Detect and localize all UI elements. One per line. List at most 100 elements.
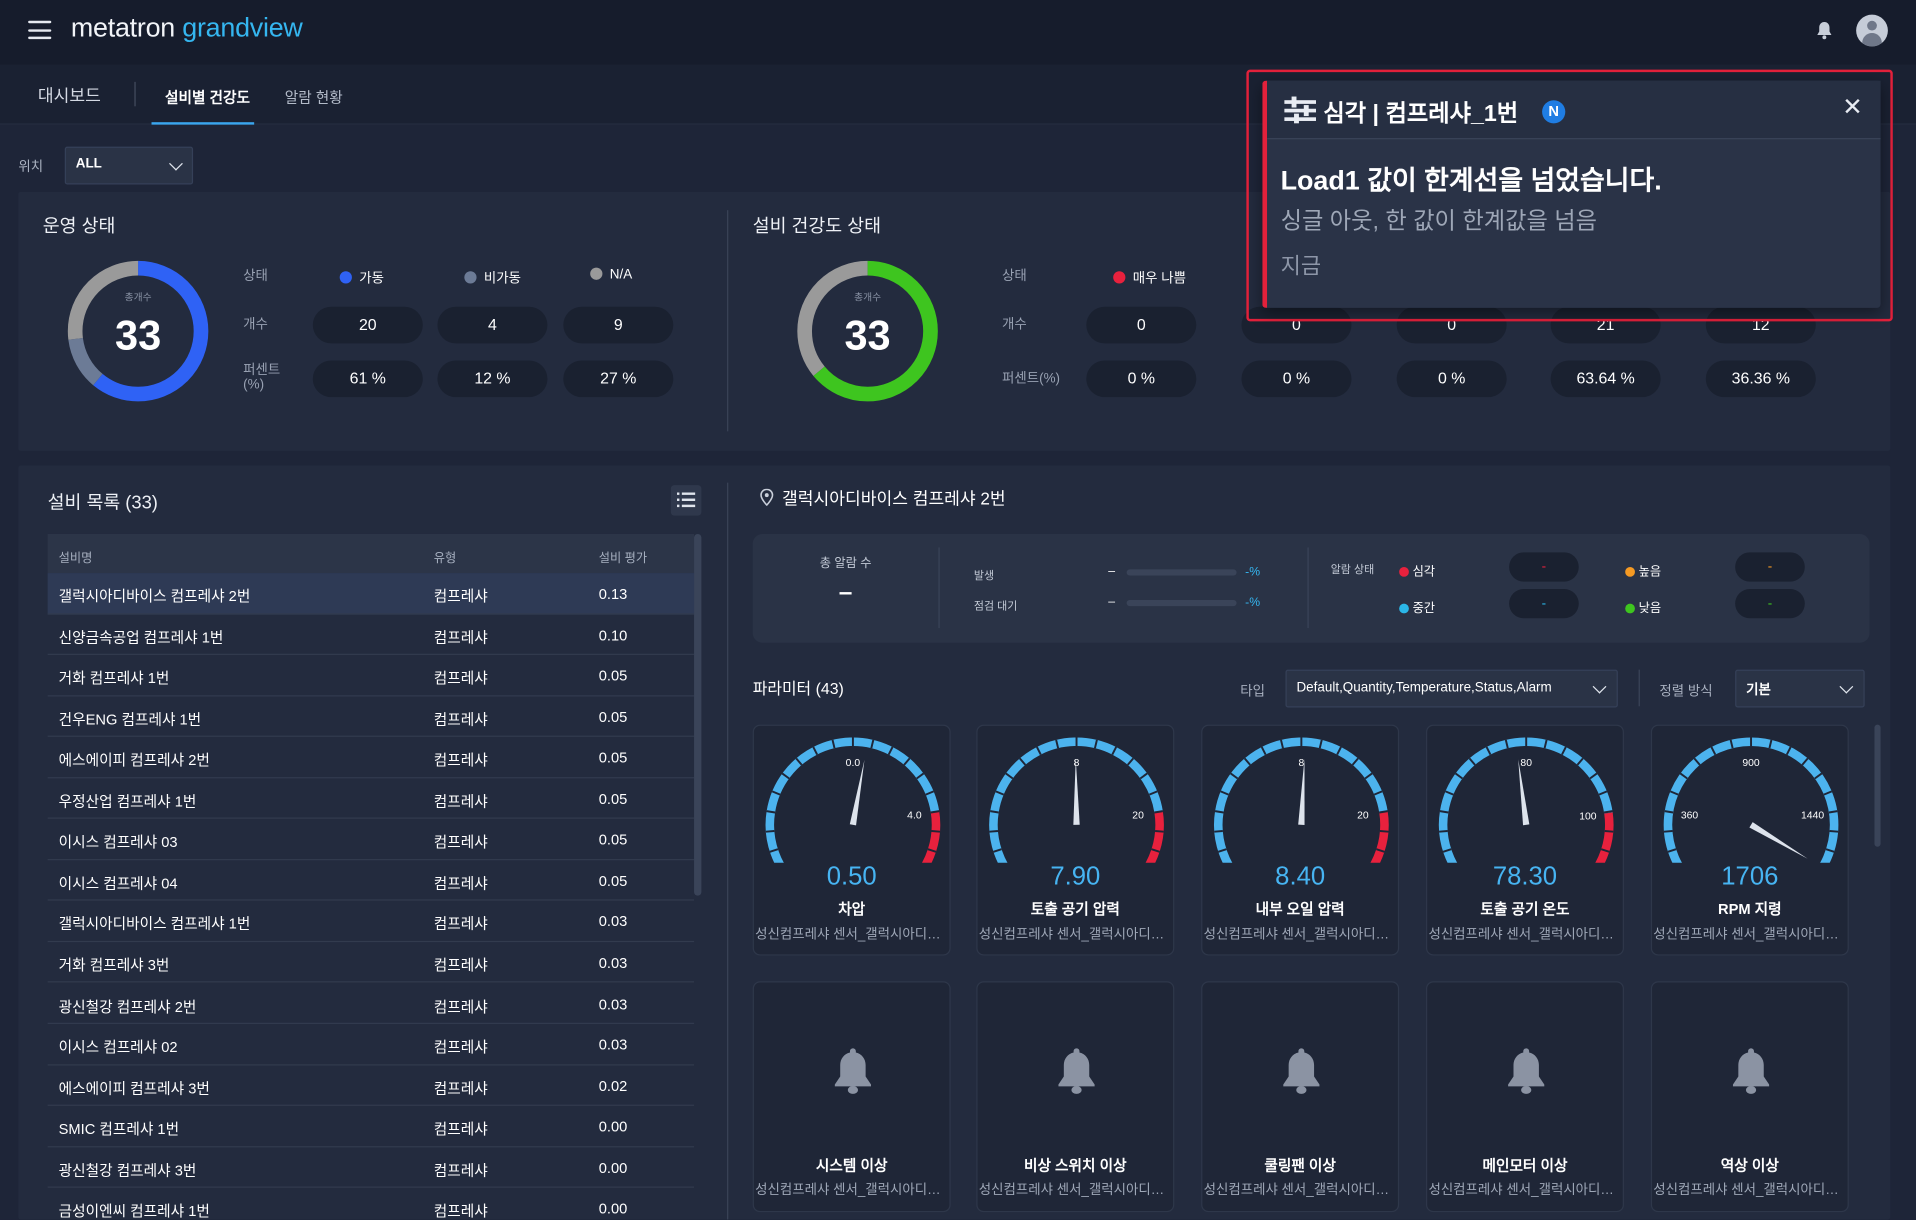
table-row[interactable]: 이시스 컴프레샤 03 컴프레샤 0.05 <box>47 819 695 860</box>
list-view-button[interactable] <box>670 485 702 516</box>
table-row[interactable]: 광신철강 컴프레샤 3번 컴프레샤 0.00 <box>47 1147 695 1188</box>
gauge-name: 토출 공기 온도 <box>1480 900 1570 918</box>
gauge-tick-label: 100 <box>1579 812 1597 823</box>
gauge-tick <box>1439 810 1449 814</box>
op-legend-label: N/A <box>609 267 633 283</box>
alarm-card[interactable]: 시스템 이상성신컴프레샤 센서_갤럭시아디바이스 <box>752 981 951 1213</box>
tab-separator <box>134 81 136 107</box>
gauge-name: 토출 공기 압력 <box>1030 900 1120 918</box>
equipment-score-cell: 0.00 <box>598 1118 628 1136</box>
op-legend-2: N/A <box>590 267 633 283</box>
bell-icon <box>1732 1048 1770 1094</box>
location-select[interactable]: ALL <box>64 146 194 185</box>
table-row[interactable]: 에스에이피 컴프레샤 3번 컴프레샤 0.02 <box>47 1065 695 1106</box>
equipment-score-cell: 0.10 <box>598 626 628 644</box>
alarm-card[interactable]: 메인모터 이상 성신컴프레샤 센서_갤럭시아디바이스 <box>1426 981 1624 1213</box>
table-row[interactable]: 우정산업 컴프레샤 1번 컴프레샤 0.05 <box>47 778 695 820</box>
panel-divider <box>727 210 729 432</box>
tab-dashboard[interactable]: 대시보드 <box>38 83 101 107</box>
toast-title: 심각 | 컴프레샤_1번 <box>1323 95 1518 128</box>
menu-icon[interactable] <box>28 20 52 40</box>
column-header-score[interactable]: 설비 평가 <box>599 547 647 565</box>
gauge-tick-label: 20 <box>1357 811 1369 822</box>
gauge-value: 78.30 <box>1492 862 1558 891</box>
bell-icon <box>1058 1048 1095 1094</box>
alarm-card[interactable]: 역상 이상성신컴프레샤 센서_갤럭시아디바이스 <box>1650 981 1849 1213</box>
alarm-name: 시스템 이상 <box>815 1157 888 1175</box>
equipment-score-cell: 0.05 <box>598 831 628 849</box>
op-legend-dot <box>339 271 352 284</box>
table-row[interactable]: 광신철강 컴프레샤 2번 컴프레샤 0.03 <box>47 983 695 1024</box>
equipment-score-cell: 0.03 <box>598 913 628 931</box>
alarm-source: 성신컴프레샤 센서_갤럭시아디바이스 <box>1653 1182 1848 1198</box>
column-header-type[interactable]: 유형 <box>434 547 456 565</box>
equipment-type-cell: 컴프레샤 <box>433 587 488 605</box>
gauge-tick <box>990 810 999 814</box>
hl-percent-4: 36.36 % <box>1705 360 1816 398</box>
gauge-card[interactable]: -12820287.90토출 공기 압력성신컴프레샤 센서_갤럭시아디바이스 <box>976 724 1175 956</box>
progress-value: – <box>1108 595 1116 609</box>
notification-bell-icon[interactable] <box>1816 21 1833 41</box>
table-row[interactable]: 에스에이피 컴프레샤 2번 컴프레샤 0.05 <box>47 737 695 778</box>
op-legend-dot <box>464 271 477 284</box>
table-row[interactable]: 거화 컴프레샤 3번 컴프레샤 0.03 <box>47 942 695 983</box>
equipment-type-cell: 컴프레샤 <box>433 669 488 687</box>
alarm-name: 역상 이상 <box>1720 1157 1779 1175</box>
alarm-state-dot <box>1399 566 1409 577</box>
op-count-0: 20 <box>312 306 423 344</box>
table-row[interactable]: 금성이엔씨 컴프레샤 1번 컴프레샤 0.00 <box>48 1188 694 1219</box>
parameter-scrollbar[interactable] <box>1874 724 1881 847</box>
table-row[interactable]: 거화 컴프레샤 1번 컴프레샤 0.05 <box>47 655 695 697</box>
tab-alarm-status[interactable]: 알람 현황 <box>285 87 343 108</box>
gauge-card[interactable]: -6.70.04.06.70.50차압성신컴프레샤 센서_갤럭시아디바이스 <box>752 724 951 956</box>
column-header-name[interactable]: 설비명 <box>59 547 93 565</box>
sort-label: 정렬 방식 <box>1659 684 1713 699</box>
gauge-card[interactable]: -12820288.40내부 오일 압력성신컴프레샤 센서_갤럭시아디바이스 <box>1201 724 1400 956</box>
equipment-name-cell: 이시스 컴프레샤 03 <box>58 833 178 851</box>
gauge-tick <box>989 830 999 833</box>
gauge-tick-label: 360 <box>1681 811 1699 822</box>
table-row[interactable]: 이시스 컴프레샤 02 컴프레샤 0.03 <box>47 1024 695 1065</box>
alarm-toast[interactable]: 심각 | 컴프레샤_1번 N ✕ Load1 값이 한계선을 넘었습니다. 싱글… <box>1262 80 1881 308</box>
parameters-title: 파라미터 (43) <box>752 679 844 698</box>
alarm-source: 성신컴프레샤 센서_갤럭시아디바이스 <box>1203 1182 1398 1198</box>
table-row[interactable]: 갤럭시아디바이스 컴프레샤 2번 컴프레샤 0.13 <box>47 573 695 615</box>
gauge-name: 내부 오일 압력 <box>1255 900 1345 918</box>
alarm-state-label: 높음 <box>1638 565 1662 580</box>
toast-separator: | <box>1372 101 1380 128</box>
gauge-dial: -1282028 <box>989 737 1164 863</box>
table-row[interactable]: SMIC 컴프레샤 1번 컴프레샤 0.00 <box>47 1106 695 1147</box>
toast-message: Load1 값이 한계선을 넘었습니다. <box>1280 164 1662 196</box>
alarm-name: 쿨링팬 이상 <box>1264 1157 1336 1175</box>
toast-detail: 싱글 아웃, 한 값이 한계값을 넘음 <box>1280 208 1597 235</box>
op-legend-dot <box>590 267 603 280</box>
gauge-card[interactable]: 478010011378.30토출 공기 온도성신컴프레샤 센서_갤럭시아디바이… <box>1426 724 1624 956</box>
summary-divider <box>938 547 940 629</box>
equipment-type-cell: 컴프레샤 <box>433 1038 488 1056</box>
table-row[interactable]: 이시스 컴프레샤 04 컴프레샤 0.05 <box>47 860 695 901</box>
gauge-tick <box>1214 810 1224 814</box>
hl-percent-1: 0 % <box>1241 360 1352 398</box>
equipment-name-cell: 갤럭시아디바이스 컴프레샤 2번 <box>58 587 251 605</box>
user-avatar[interactable] <box>1856 14 1888 47</box>
alarm-source: 성신컴프레샤 센서_갤럭시아디바이스 <box>755 1182 950 1198</box>
chevron-down-icon <box>1839 679 1854 694</box>
hl-count-0: 0 <box>1086 306 1197 344</box>
equipment-score-cell: 0.02 <box>598 1077 628 1095</box>
table-row[interactable]: 건우ENG 컴프레샤 1번 컴프레샤 0.05 <box>47 696 695 738</box>
sort-select[interactable]: 기본 <box>1735 669 1865 708</box>
equipment-type-cell: 컴프레샤 <box>433 956 488 974</box>
tab-equipment-health[interactable]: 설비별 건강도 <box>165 87 250 108</box>
equipment-list-scrollbar[interactable] <box>694 533 702 896</box>
alarm-source: 성신컴프레샤 센서_갤럭시아디바이스 <box>978 1182 1174 1198</box>
type-filter-select[interactable]: Default,Quantity,Temperature,Status,Alar… <box>1285 669 1618 708</box>
gauge-card[interactable]: 0360900144018001706RPM 지령성신컴프레샤 센서_갤럭시아디… <box>1650 724 1849 956</box>
app-logo[interactable]: metatron grandview <box>71 12 303 44</box>
alarm-card[interactable]: 비상 스위치 이상 성신컴프레샤 센서_갤럭시아디바이스 <box>976 981 1175 1213</box>
table-row[interactable]: 갤럭시아디바이스 컴프레샤 1번 컴프레샤 0.03 <box>47 901 695 942</box>
gauge-tick-label: 20 <box>1132 811 1144 822</box>
alarm-state-legend: 심각 <box>1399 561 1435 579</box>
toast-close-button[interactable]: ✕ <box>1839 94 1866 121</box>
table-row[interactable]: 신양금속공업 컴프레샤 1번 컴프레샤 0.10 <box>47 614 695 656</box>
alarm-card[interactable]: 쿨링팬 이상성신컴프레샤 센서_갤럭시아디바이스 <box>1201 981 1400 1213</box>
